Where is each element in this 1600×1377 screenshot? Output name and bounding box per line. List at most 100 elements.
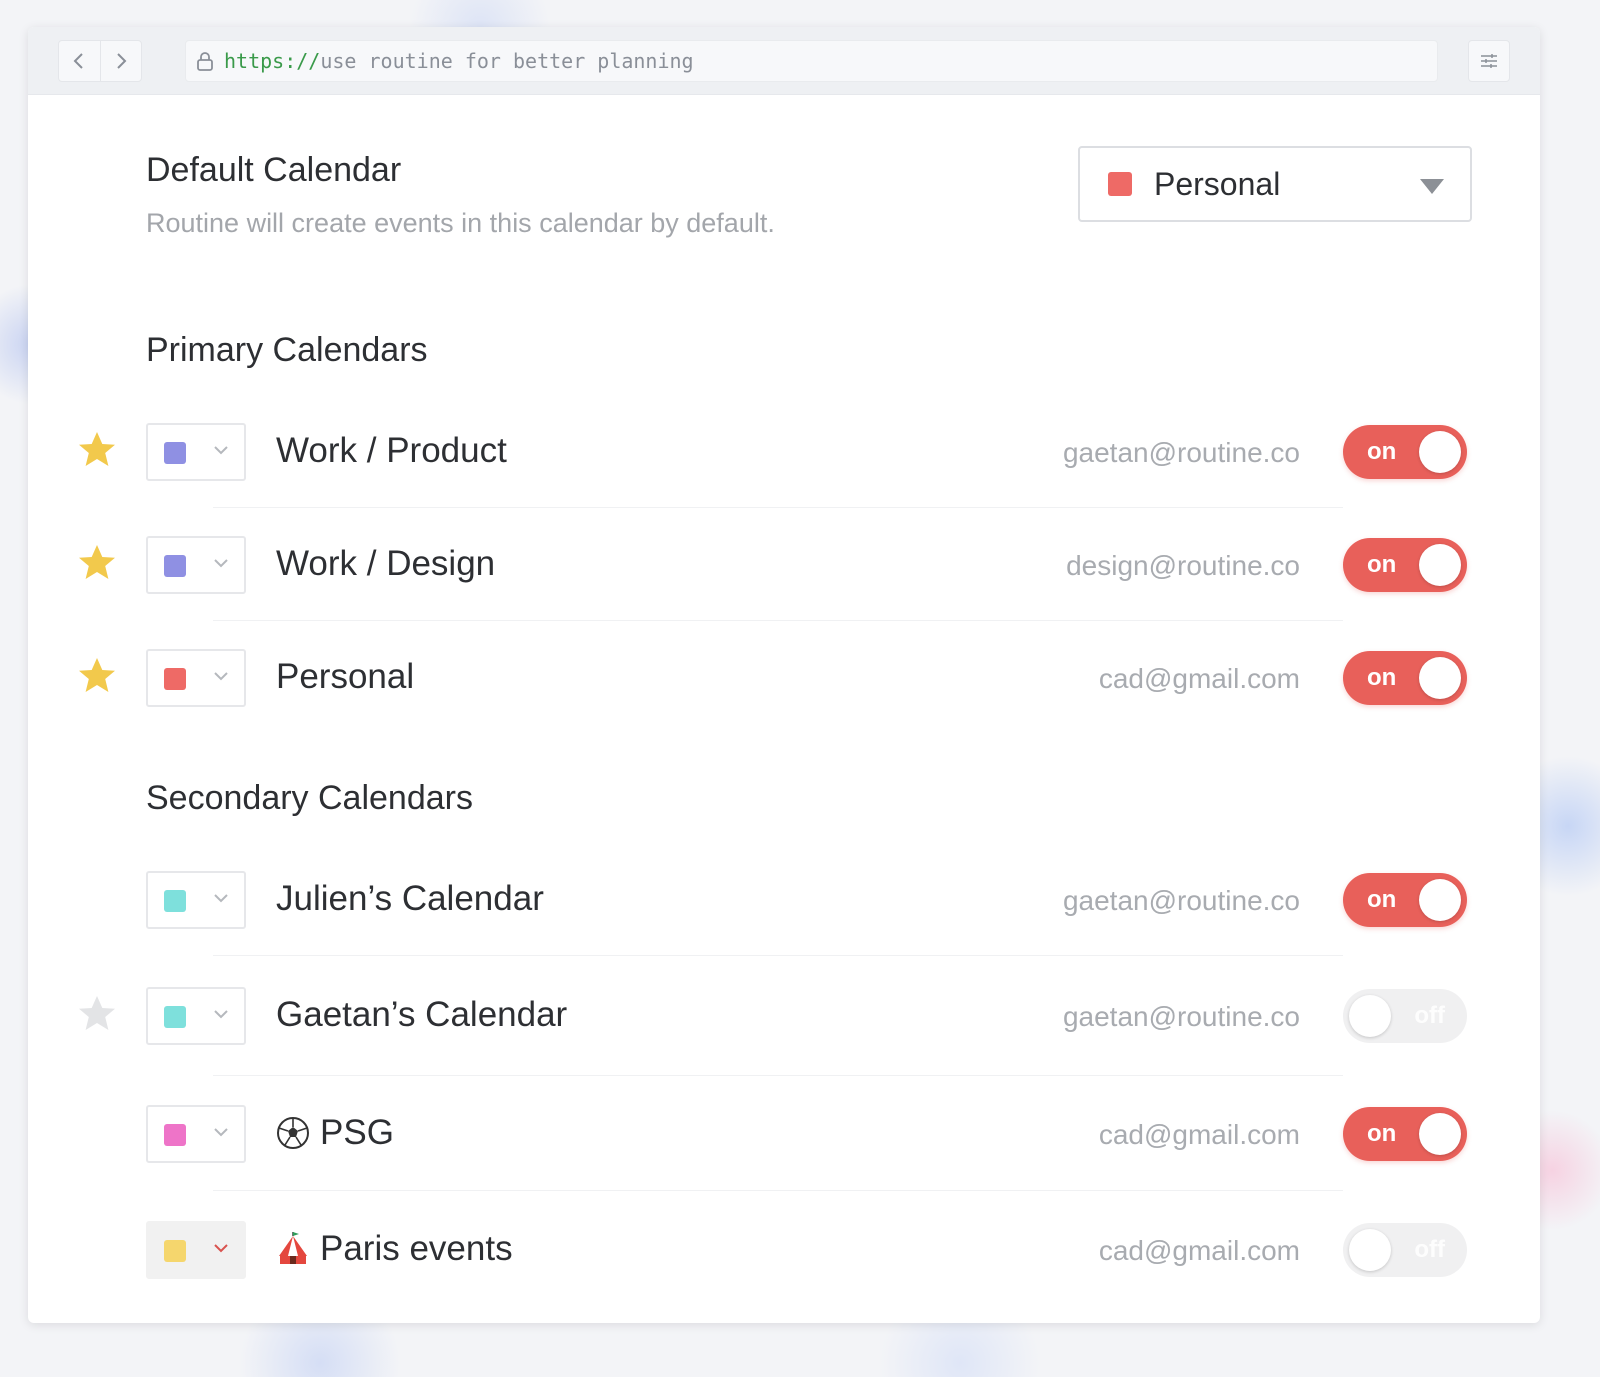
toggle-knob [1349, 1229, 1391, 1271]
calendar-name-text: Personal [276, 657, 415, 696]
toggle-knob [1419, 657, 1461, 699]
calendar-name-text: Paris events [320, 1229, 513, 1268]
row-divider [213, 1190, 1343, 1191]
back-button[interactable] [59, 41, 100, 81]
toggle-label: on [1367, 886, 1397, 913]
color-picker-button[interactable] [146, 1105, 246, 1163]
calendar-name: Personal [276, 657, 414, 697]
calendar-account-email: cad@gmail.com [1098, 1119, 1300, 1150]
calendar-name-text: Gaetan’s Calendar [276, 995, 568, 1034]
calendar-account-email: cad@gmail.com [1098, 663, 1300, 694]
calendar-name-text: Work / Design [276, 544, 496, 583]
color-picker-button[interactable] [146, 536, 246, 594]
star-icon[interactable] [76, 429, 118, 471]
toggle-knob [1419, 544, 1461, 586]
calendar-row: Personal cad@gmail.com on [28, 629, 1540, 729]
chevron-down-icon [214, 446, 228, 455]
calendar-color-swatch [164, 442, 186, 464]
calendar-color-swatch [164, 555, 186, 577]
calendar-name-text: PSG [320, 1113, 394, 1152]
sliders-icon [1481, 54, 1497, 68]
settings-content: Default Calendar Routine will create eve… [28, 95, 1540, 1323]
browser-toolbar: https:// use routine for better planning [28, 27, 1540, 95]
url-text: use routine for better planning [320, 49, 694, 73]
calendar-color-swatch [164, 1006, 186, 1028]
default-calendar-title: Default Calendar [146, 151, 402, 189]
circus-tent-icon [279, 1232, 307, 1264]
url-scheme: https:// [224, 49, 321, 73]
default-calendar-select[interactable]: Personal [1078, 146, 1472, 222]
toggle-knob [1419, 431, 1461, 473]
toggle-label: off [1414, 1002, 1445, 1029]
star-icon[interactable] [76, 542, 118, 584]
calendar-account-email: design@routine.co [1066, 550, 1300, 581]
secondary-calendars-title: Secondary Calendars [146, 779, 473, 817]
calendar-color-swatch [164, 1124, 186, 1146]
calendar-toggle[interactable]: on [1343, 873, 1467, 927]
select-value: Personal [1154, 165, 1281, 202]
address-bar[interactable]: https:// use routine for better planning [185, 40, 1438, 82]
calendar-name: Julien’s Calendar [276, 879, 544, 919]
chevron-left-icon [74, 53, 84, 69]
calendar-account-email: cad@gmail.com [1098, 1235, 1300, 1266]
calendar-row: Work / Design design@routine.co on [28, 516, 1540, 616]
calendar-name: Work / Product [276, 431, 507, 471]
calendar-name: Paris events [276, 1229, 513, 1269]
calendar-name-text: Julien’s Calendar [276, 879, 544, 918]
calendar-toggle[interactable]: on [1343, 651, 1467, 705]
calendar-toggle[interactable]: off [1343, 989, 1467, 1043]
row-divider [213, 507, 1343, 508]
calendar-color-swatch [164, 890, 186, 912]
color-picker-button[interactable] [146, 649, 246, 707]
default-calendar-description: Routine will create events in this calen… [146, 208, 775, 238]
calendar-row: Julien’s Calendar gaetan@routine.co on [28, 851, 1540, 951]
toggle-label: on [1367, 1120, 1397, 1147]
color-picker-button[interactable] [146, 423, 246, 481]
color-picker-button[interactable] [146, 871, 246, 929]
soccer-ball-icon [277, 1117, 309, 1149]
calendar-row: PSG cad@gmail.com on [28, 1085, 1540, 1185]
forward-button[interactable] [99, 41, 141, 81]
row-divider [213, 1075, 1343, 1076]
calendar-account-email: gaetan@routine.co [1062, 437, 1300, 468]
chevron-down-icon [214, 894, 228, 903]
calendar-name: PSG [276, 1113, 394, 1153]
settings-button[interactable] [1468, 40, 1510, 82]
calendar-color-swatch [164, 668, 186, 690]
chevron-down-icon [214, 672, 228, 681]
calendar-row: Paris events cad@gmail.com off [28, 1201, 1540, 1301]
nav-buttons [58, 40, 142, 82]
star-icon[interactable] [76, 655, 118, 697]
chevron-down-icon [214, 1128, 228, 1137]
color-picker-button[interactable] [146, 1221, 246, 1279]
toggle-label: off [1414, 1236, 1445, 1263]
primary-calendars-title: Primary Calendars [146, 331, 428, 369]
browser-window: https:// use routine for better planning… [28, 27, 1540, 1323]
calendar-toggle[interactable]: off [1343, 1223, 1467, 1277]
chevron-right-icon [117, 53, 127, 69]
calendar-row: Gaetan’s Calendar gaetan@routine.co off [28, 967, 1540, 1067]
calendar-account-email: gaetan@routine.co [1062, 885, 1300, 916]
chevron-down-icon [214, 559, 228, 568]
toggle-knob [1419, 879, 1461, 921]
toggle-label: on [1367, 438, 1397, 465]
chevron-down-icon [214, 1244, 228, 1253]
calendar-name: Work / Design [276, 544, 495, 584]
toggle-knob [1419, 1113, 1461, 1155]
row-divider [213, 620, 1343, 621]
calendar-toggle[interactable]: on [1343, 425, 1467, 479]
calendar-name-text: Work / Product [276, 431, 507, 470]
calendar-color-swatch [164, 1240, 186, 1262]
calendar-name: Gaetan’s Calendar [276, 995, 567, 1035]
toggle-label: on [1367, 551, 1397, 578]
select-color-swatch [1108, 172, 1132, 196]
calendar-account-email: gaetan@routine.co [1062, 1001, 1300, 1032]
color-picker-button[interactable] [146, 987, 246, 1045]
row-divider [213, 955, 1343, 956]
calendar-toggle[interactable]: on [1343, 538, 1467, 592]
toggle-knob [1349, 995, 1391, 1037]
dropdown-arrow-icon [1420, 179, 1444, 194]
star-icon[interactable] [76, 993, 118, 1035]
calendar-toggle[interactable]: on [1343, 1107, 1467, 1161]
calendar-row: Work / Product gaetan@routine.co on [28, 403, 1540, 503]
